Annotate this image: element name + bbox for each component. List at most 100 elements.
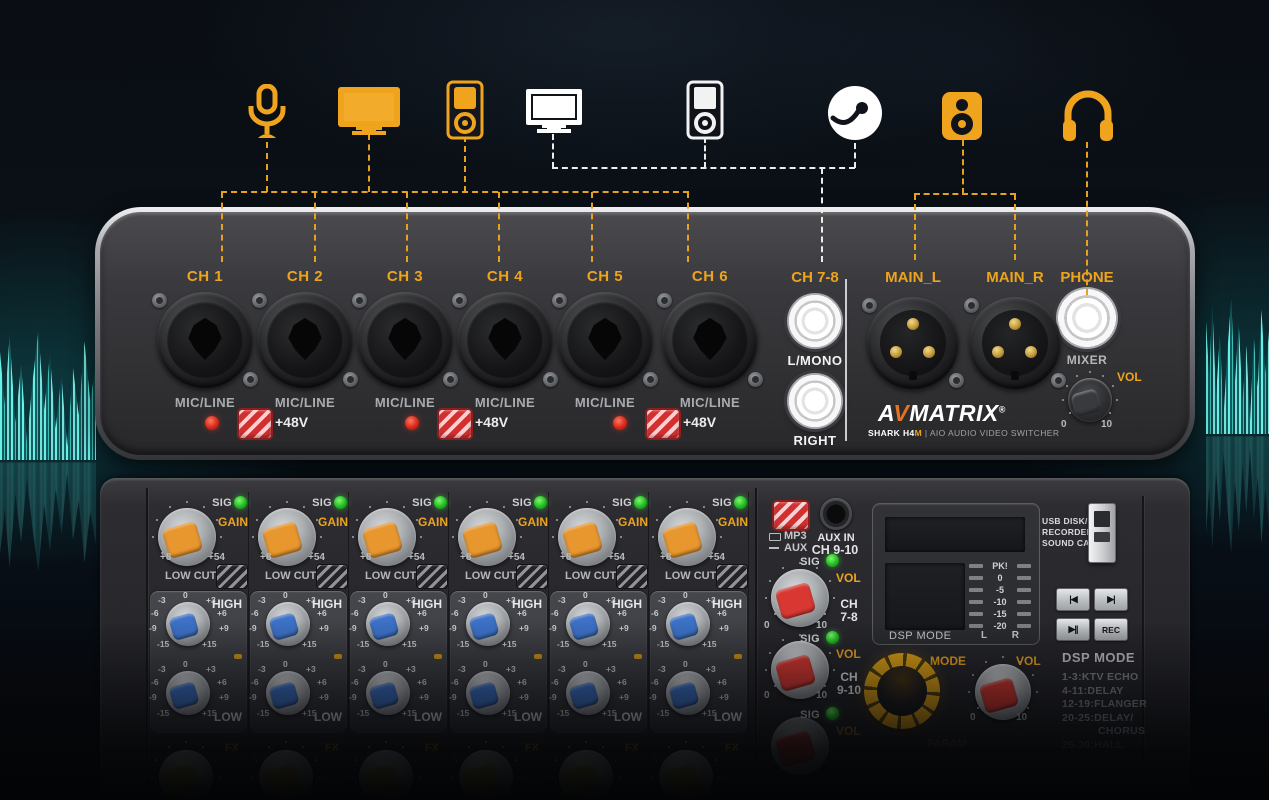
phantom-button-2[interactable] bbox=[437, 408, 473, 440]
aux3-sig-led bbox=[826, 707, 839, 720]
strip-0-lowcut-switch[interactable] bbox=[216, 564, 248, 589]
phantom-label-2: +48V bbox=[475, 414, 508, 430]
strip-5-fx-label: FX bbox=[725, 742, 739, 754]
section-divider bbox=[845, 279, 847, 441]
phantom-button-3[interactable] bbox=[645, 408, 681, 440]
product-diagram: CH 1 MIC/LINE CH 2 MIC/ bbox=[0, 0, 1269, 800]
mixer-vol-knob[interactable] bbox=[1068, 378, 1112, 422]
strip-5-fx-indicator bbox=[734, 654, 742, 659]
channel-strip-5: SIG GAIN +8 +54 LOW CUT HIGH bbox=[648, 492, 749, 792]
strip-3-lowcut-switch[interactable] bbox=[516, 564, 548, 589]
aux1-sig-led bbox=[826, 554, 839, 567]
strip-0-fx-indicator bbox=[234, 654, 242, 659]
dsp-list-line-4: CHORUS bbox=[1062, 725, 1192, 739]
meter-row-4: -15 bbox=[969, 610, 1031, 619]
strip-3-fx-knob[interactable] bbox=[459, 750, 513, 800]
dsp-list-line-2: 12-19:FLANGER bbox=[1062, 698, 1192, 712]
screw-icon bbox=[452, 293, 467, 308]
ch78-vol-target-label: CH 7-8 bbox=[830, 598, 868, 624]
usb-icon bbox=[769, 533, 781, 541]
channel-strip-1: SIG GAIN +8 +54 LOW CUT HIGH bbox=[248, 492, 349, 792]
channel-1-combo-jack bbox=[257, 292, 353, 388]
phantom-button-1[interactable] bbox=[237, 408, 273, 440]
mp3-aux-select-button[interactable] bbox=[772, 500, 810, 531]
record-button[interactable]: REC bbox=[1094, 618, 1128, 641]
fx-vol-label: VOL bbox=[1016, 654, 1041, 668]
strip-5-fx-knob[interactable] bbox=[659, 750, 713, 800]
dsp-mode-knob[interactable] bbox=[864, 653, 940, 729]
screw-icon bbox=[552, 293, 567, 308]
strip-1-eq-section: HIGH 0 -3 +3 -6 +6 -9 +9 -15 bbox=[249, 590, 348, 734]
channel-4-mic-line-label: MIC/LINE bbox=[550, 395, 660, 410]
channel-5-combo-jack bbox=[662, 292, 758, 388]
mixer-top-panel: CH 1 MIC/LINE CH 2 MIC/ bbox=[95, 207, 1195, 460]
meter-row-1: 0 bbox=[969, 573, 1031, 582]
speaker-icon bbox=[940, 90, 984, 142]
phantom-label-1: +48V bbox=[275, 414, 308, 430]
headphones-icon bbox=[1061, 86, 1115, 144]
screw-icon bbox=[252, 293, 267, 308]
strip-3-lowcut-label: LOW CUT bbox=[465, 570, 516, 582]
param-label: PARAM bbox=[927, 738, 967, 750]
connector-mic bbox=[266, 142, 268, 192]
dsp-list-title: DSP MODE bbox=[1062, 650, 1192, 665]
channel-1-label: CH 2 bbox=[250, 268, 360, 285]
main-display-screen bbox=[885, 517, 1025, 552]
strip-1-sig-label: SIG bbox=[292, 497, 332, 509]
monitor-icon bbox=[336, 85, 402, 137]
strip-3-sig-led bbox=[534, 496, 547, 509]
mode-label: MODE bbox=[930, 654, 966, 668]
channel-0-combo-jack bbox=[157, 292, 253, 388]
strip-0-gain-label: GAIN bbox=[218, 515, 248, 529]
strip-5-lowcut-switch[interactable] bbox=[716, 564, 748, 589]
third-vol-knob[interactable] bbox=[771, 717, 829, 775]
mixer-vol-max: 10 bbox=[1101, 419, 1112, 430]
strip-2-gain-max: +54 bbox=[408, 552, 425, 563]
aux3-vol-label: VOL bbox=[836, 724, 861, 738]
strip-2-fx-knob[interactable] bbox=[359, 750, 413, 800]
aux2-sig-led bbox=[826, 631, 839, 644]
connector-drop-ch78 bbox=[821, 168, 823, 262]
dsp-list-line-3: 20-25:DELAY/ bbox=[1062, 712, 1192, 726]
prev-track-button[interactable]: |◀ bbox=[1056, 588, 1090, 611]
channel-strip-0: SIG GAIN +8 +54 LOW CUT HIGH bbox=[148, 492, 249, 792]
connector-player2 bbox=[704, 137, 706, 168]
meter-row-2: -5 bbox=[969, 585, 1031, 594]
strip-1-low-label: LOW bbox=[314, 710, 342, 724]
connector-speaker bbox=[962, 140, 964, 194]
dsp-mode-list: DSP MODE 1-3:KTV ECHO 4-11:DELAY 12-19:F… bbox=[1062, 650, 1192, 752]
connector-drop-main-r bbox=[1014, 194, 1016, 260]
main-l-label: MAIN_L bbox=[878, 269, 948, 286]
strip-1-lowcut-switch[interactable] bbox=[316, 564, 348, 589]
strip-2-lowcut-label: LOW CUT bbox=[365, 570, 416, 582]
strip-0-low-label: LOW bbox=[214, 710, 242, 724]
strip-2-gain-min: +8 bbox=[360, 552, 371, 563]
strip-2-lowcut-switch[interactable] bbox=[416, 564, 448, 589]
aux-in-jack bbox=[820, 498, 852, 530]
media-player-2-icon bbox=[686, 80, 724, 140]
meter-row-0: PK! bbox=[969, 561, 1031, 570]
meter-right-label: R bbox=[1012, 630, 1019, 641]
strip-5-eq-section: HIGH 0 -3 +3 -6 +6 -9 +9 -15 bbox=[649, 590, 748, 734]
strip-1-fx-knob[interactable] bbox=[259, 750, 313, 800]
strip-5-gain-label: GAIN bbox=[718, 515, 748, 529]
connector-drop-ch6 bbox=[687, 192, 689, 262]
strip-4-lowcut-switch[interactable] bbox=[616, 564, 648, 589]
strip-0-fx-knob[interactable] bbox=[159, 750, 213, 800]
strip-4-gain-min: +8 bbox=[560, 552, 571, 563]
ch78-label: CH 7-8 bbox=[785, 269, 845, 286]
play-pause-button[interactable]: ▶|| bbox=[1056, 618, 1090, 641]
ch78-vol-knob[interactable] bbox=[771, 569, 829, 627]
connector-turntable bbox=[854, 143, 856, 168]
ch78-right-label: RIGHT bbox=[781, 433, 849, 448]
next-track-button[interactable]: ▶| bbox=[1094, 588, 1128, 611]
strip-3-eq-section: HIGH 0 -3 +3 -6 +6 -9 +9 -15 bbox=[449, 590, 548, 734]
strip-5-gain-min: +8 bbox=[660, 552, 671, 563]
strip-0-sig-led bbox=[234, 496, 247, 509]
strip-4-sig-label: SIG bbox=[592, 497, 632, 509]
strip-4-fx-knob[interactable] bbox=[559, 750, 613, 800]
brand-logo: AVMATRIX® bbox=[878, 400, 1006, 427]
strip-5-gain-max: +54 bbox=[708, 552, 725, 563]
strip-4-gain-label: GAIN bbox=[618, 515, 648, 529]
strip-4-low-label: LOW bbox=[614, 710, 642, 724]
